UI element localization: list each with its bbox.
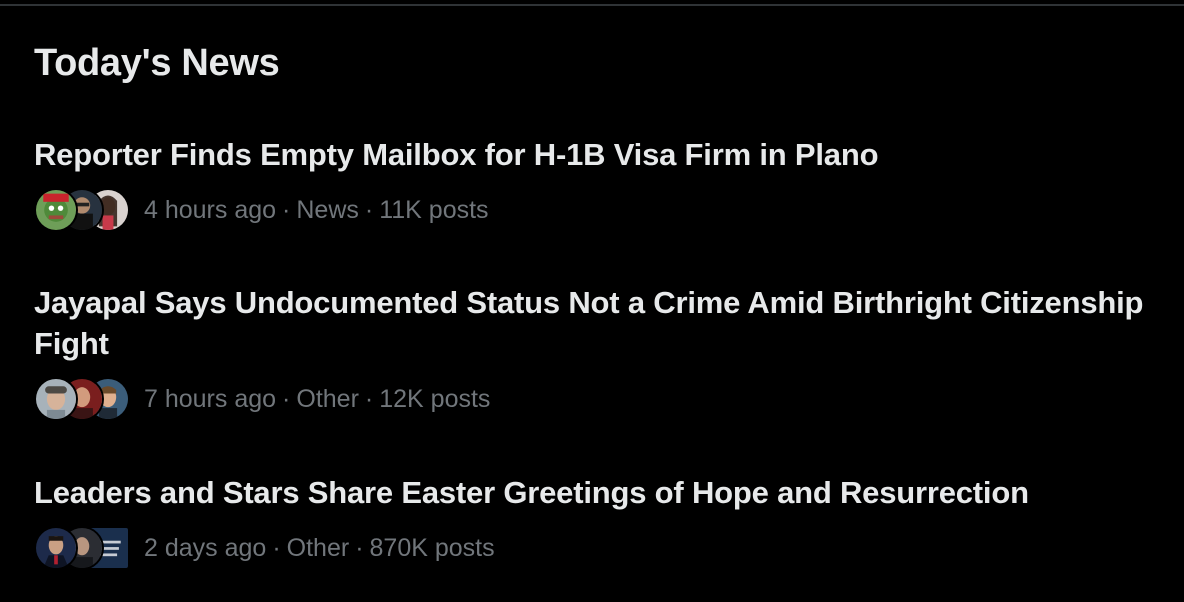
news-item[interactable]: Reporter Finds Empty Mailbox for H-1B Vi… xyxy=(34,134,1144,233)
avatar xyxy=(34,526,78,570)
avatar xyxy=(34,188,78,232)
news-time: 7 hours ago xyxy=(144,384,277,413)
news-item[interactable]: Jayapal Says Undocumented Status Not a C… xyxy=(34,282,1144,422)
meta-separator: · xyxy=(272,533,281,562)
news-post-count: 12K posts xyxy=(379,384,491,413)
todays-news-panel: Today's News Reporter Finds Empty Mailbo… xyxy=(0,6,1184,602)
news-post-count: 11K posts xyxy=(379,195,489,224)
news-meta: 4 hours ago · News · 11K posts xyxy=(34,187,1144,233)
avatar-stack xyxy=(34,525,130,571)
news-category: Other xyxy=(296,384,359,413)
news-category: News xyxy=(296,195,359,224)
news-headline[interactable]: Reporter Finds Empty Mailbox for H-1B Vi… xyxy=(34,134,1144,175)
news-meta: 7 hours ago · Other · 12K posts xyxy=(34,376,1144,422)
meta-separator: · xyxy=(282,384,291,413)
news-meta-text: 4 hours ago · News · 11K posts xyxy=(144,196,489,225)
news-time: 4 hours ago xyxy=(144,195,277,224)
news-headline[interactable]: Leaders and Stars Share Easter Greetings… xyxy=(34,472,1144,513)
avatar xyxy=(34,377,78,421)
news-headline[interactable]: Jayapal Says Undocumented Status Not a C… xyxy=(34,282,1144,364)
meta-separator: · xyxy=(364,384,374,413)
news-meta-text: 2 days ago · Other · 870K posts xyxy=(144,534,495,563)
news-time: 2 days ago xyxy=(144,533,267,562)
news-meta: 2 days ago · Other · 870K posts xyxy=(34,525,1144,571)
section-title: Today's News xyxy=(34,42,280,84)
news-meta-text: 7 hours ago · Other · 12K posts xyxy=(144,385,490,414)
news-item[interactable]: Leaders and Stars Share Easter Greetings… xyxy=(34,472,1144,571)
avatar-stack xyxy=(34,376,130,422)
meta-separator: · xyxy=(282,195,291,224)
news-category: Other xyxy=(286,533,350,562)
news-post-count: 870K posts xyxy=(369,533,495,562)
meta-separator: · xyxy=(364,195,374,224)
meta-separator: · xyxy=(355,533,364,562)
avatar-stack xyxy=(34,187,130,233)
